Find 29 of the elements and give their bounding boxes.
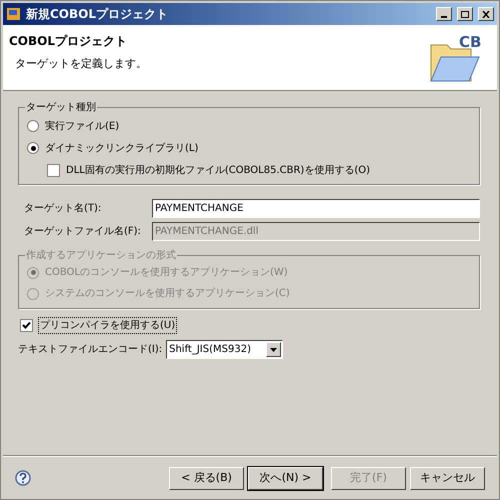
dialog-button[interactable]: < 戻る(B) [169, 466, 244, 490]
app-icon [6, 6, 22, 22]
field-label: ターゲット名(T): [24, 202, 102, 216]
maximize-icon [461, 10, 469, 18]
window-title: 新規COBOLプロジェクト [26, 6, 170, 23]
help-icon[interactable] [15, 470, 31, 486]
dialog-button[interactable]: 次へ(N) > [248, 466, 323, 490]
group-label: 作成するアプリケーションの形式 [25, 248, 177, 263]
minimize-button[interactable] [436, 7, 452, 21]
dialog-button[interactable]: キャンセル [410, 466, 485, 490]
radio-label: COBOLのコンソールを使用するアプリケーション(W) [45, 266, 288, 280]
text-field[interactable]: PAYMENTCHANGE [152, 199, 480, 218]
close-button[interactable] [478, 7, 494, 21]
field-label: テキストファイルエンコード(I): [18, 343, 162, 357]
radio-label: ダイナミックリンクライブラリ(L) [45, 142, 198, 156]
close-icon [482, 10, 490, 18]
radio-label: システムのコンソールを使用するアプリケーション(C) [45, 286, 290, 301]
page-title: COBOLプロジェクト [9, 33, 128, 50]
page-description: ターゲットを定義します。 [14, 56, 148, 72]
radio-button[interactable] [27, 120, 39, 132]
encoding-dropdown[interactable]: Shift_JIS(MS932) [166, 340, 284, 359]
checkbox[interactable] [47, 164, 60, 176]
checkbox-label: DLL固有の実行用の初期化ファイル(COBOL85.CBR)を使用する(O) [66, 164, 370, 178]
checkbox[interactable] [20, 318, 33, 332]
radio-label: 実行ファイル(E) [45, 120, 120, 134]
field-label: ターゲットファイル名(F): [24, 225, 142, 239]
maximize-button[interactable] [457, 7, 473, 21]
checkbox-label: プリコンパイラを使用する(U) [38, 316, 178, 334]
radio-button[interactable] [27, 142, 39, 154]
